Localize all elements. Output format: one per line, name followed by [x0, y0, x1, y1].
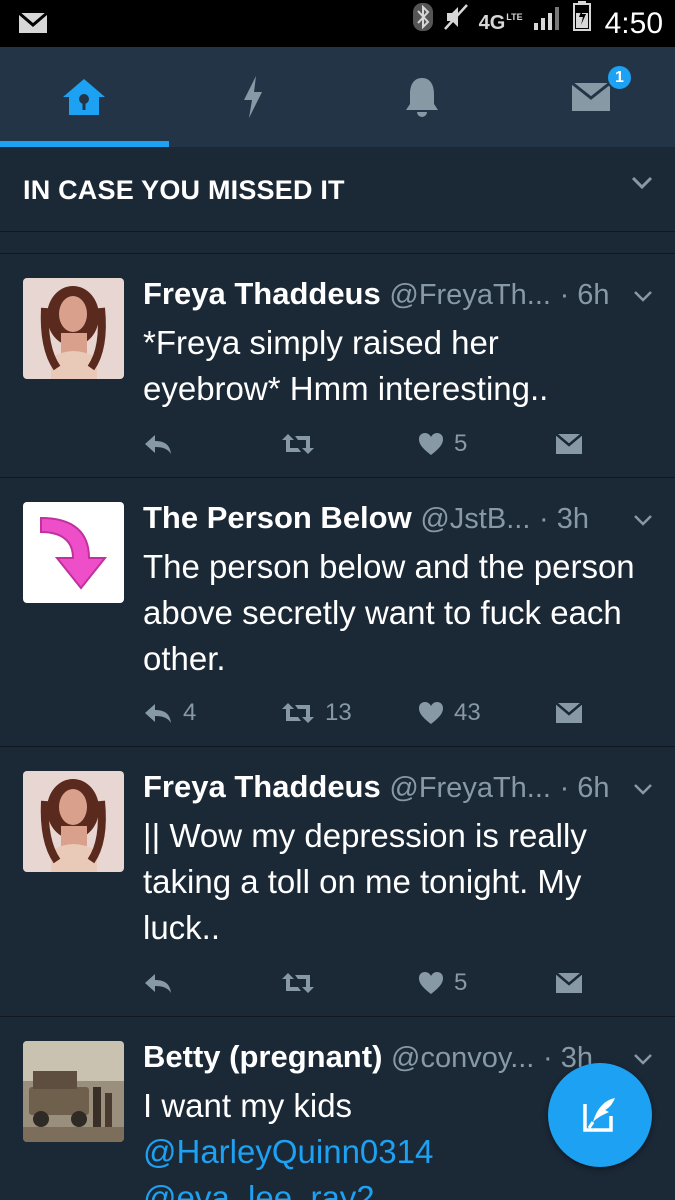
- tweet-author-handle[interactable]: @FreyaTh...: [389, 772, 551, 804]
- like-count: 5: [454, 430, 468, 457]
- chevron-down-icon[interactable]: [631, 176, 653, 190]
- avatar[interactable]: [23, 502, 124, 603]
- battery-icon: [572, 0, 591, 47]
- like-count: 5: [454, 969, 468, 996]
- tweet-text: *Freya simply raised her eyebrow* Hmm in…: [143, 324, 549, 407]
- like-button[interactable]: 5: [418, 424, 467, 464]
- reply-icon: [145, 704, 171, 723]
- mention-link[interactable]: @eva_lee_ray2: [143, 1175, 643, 1200]
- tweet[interactable]: The Person Below @JstB... · 3h The perso…: [0, 478, 675, 747]
- heart-icon: [419, 702, 443, 724]
- tweet-actions: 4 13 43: [143, 693, 613, 733]
- retweet-button[interactable]: [281, 424, 325, 464]
- tweet-text: || Wow my depression is really taking a …: [143, 817, 587, 946]
- network-indicator: 4G LTE: [479, 12, 523, 35]
- reply-icon: [145, 435, 171, 454]
- tweet-timestamp: · 6h: [559, 279, 610, 311]
- retweet-count: 13: [325, 699, 352, 726]
- tweet-timestamp: · 6h: [559, 772, 610, 804]
- tweet-header: The Person Below @JstB... · 3h: [143, 498, 623, 538]
- envelope-icon: [555, 702, 583, 723]
- bluetooth-icon: [412, 0, 433, 47]
- direct-message-button[interactable]: [555, 693, 583, 733]
- tab-home[interactable]: [0, 47, 169, 147]
- top-nav-bar: 1: [0, 47, 675, 147]
- retweet-icon: [282, 973, 314, 993]
- messages-badge: 1: [606, 64, 633, 91]
- envelope-icon: [555, 972, 583, 993]
- avatar[interactable]: [23, 278, 124, 379]
- tab-notifications[interactable]: [338, 47, 507, 147]
- network-label: 4G: [478, 12, 506, 34]
- section-header[interactable]: IN CASE YOU MISSED IT: [0, 148, 675, 232]
- compose-quill-icon: [583, 1098, 615, 1132]
- envelope-icon: [571, 82, 612, 111]
- tweet-author-name[interactable]: Freya Thaddeus: [143, 769, 381, 804]
- tweet[interactable]: Freya Thaddeus @FreyaTh... · 6h *Freya s…: [0, 254, 675, 478]
- retweet-button[interactable]: [281, 963, 325, 1003]
- bell-icon: [406, 78, 439, 117]
- clock: 4:50: [604, 6, 663, 40]
- tweet-author-handle[interactable]: @FreyaTh...: [389, 279, 551, 311]
- tab-moments[interactable]: [169, 47, 338, 147]
- retweet-icon: [282, 434, 314, 454]
- tweet-author-name[interactable]: Freya Thaddeus: [143, 276, 381, 311]
- tweet-header: Betty (pregnant) @convoy... · 3h: [143, 1037, 623, 1077]
- network-sub-label: LTE: [506, 12, 523, 22]
- mute-icon: [443, 0, 469, 47]
- tweet[interactable]: Freya Thaddeus @FreyaTh... · 6h || Wow m…: [0, 747, 675, 1017]
- tweet-header: Freya Thaddeus @FreyaTh... · 6h: [143, 767, 623, 807]
- avatar[interactable]: [23, 1041, 124, 1142]
- like-count: 43: [454, 699, 481, 726]
- chevron-down-icon[interactable]: [633, 514, 653, 526]
- direct-message-button[interactable]: [555, 424, 583, 464]
- direct-message-button[interactable]: [555, 963, 583, 1003]
- tab-messages[interactable]: 1: [507, 47, 675, 147]
- status-bar: 4G LTE 4:50: [0, 0, 675, 47]
- compose-tweet-button[interactable]: [548, 1063, 652, 1167]
- reply-button[interactable]: 4: [143, 693, 196, 733]
- gmail-icon: [18, 11, 48, 33]
- tweet-author-name[interactable]: Betty (pregnant): [143, 1039, 382, 1074]
- like-button[interactable]: 43: [418, 693, 481, 733]
- signal-icon: [533, 0, 563, 47]
- tweet-author-handle[interactable]: @JstB...: [420, 503, 530, 535]
- retweet-button[interactable]: 13: [281, 693, 352, 733]
- tweet-timestamp: · 3h: [539, 503, 589, 535]
- chevron-down-icon[interactable]: [633, 1053, 653, 1065]
- section-title: IN CASE YOU MISSED IT: [23, 175, 345, 205]
- envelope-icon: [555, 433, 583, 454]
- reply-count: 4: [183, 699, 197, 726]
- reply-button[interactable]: [143, 424, 183, 464]
- tweet-author-handle[interactable]: @convoy...: [391, 1042, 534, 1074]
- avatar[interactable]: [23, 771, 124, 872]
- chevron-down-icon[interactable]: [633, 783, 653, 795]
- reply-button[interactable]: [143, 963, 183, 1003]
- home-icon: [63, 79, 106, 115]
- tweet-header: Freya Thaddeus @FreyaTh... · 6h: [143, 274, 623, 314]
- heart-icon: [419, 972, 443, 994]
- heart-icon: [419, 433, 443, 455]
- retweet-icon: [282, 703, 314, 723]
- tweet-text: The person below and the person above se…: [143, 548, 635, 677]
- reply-icon: [145, 974, 171, 993]
- active-tab-indicator: [0, 141, 169, 147]
- lightning-icon: [244, 76, 263, 118]
- chevron-down-icon[interactable]: [633, 290, 653, 302]
- tweet-actions: 5: [143, 963, 613, 1003]
- divider: [0, 232, 675, 254]
- tweet-author-name[interactable]: The Person Below: [143, 500, 412, 535]
- tweet-actions: 5: [143, 424, 613, 464]
- like-button[interactable]: 5: [418, 963, 467, 1003]
